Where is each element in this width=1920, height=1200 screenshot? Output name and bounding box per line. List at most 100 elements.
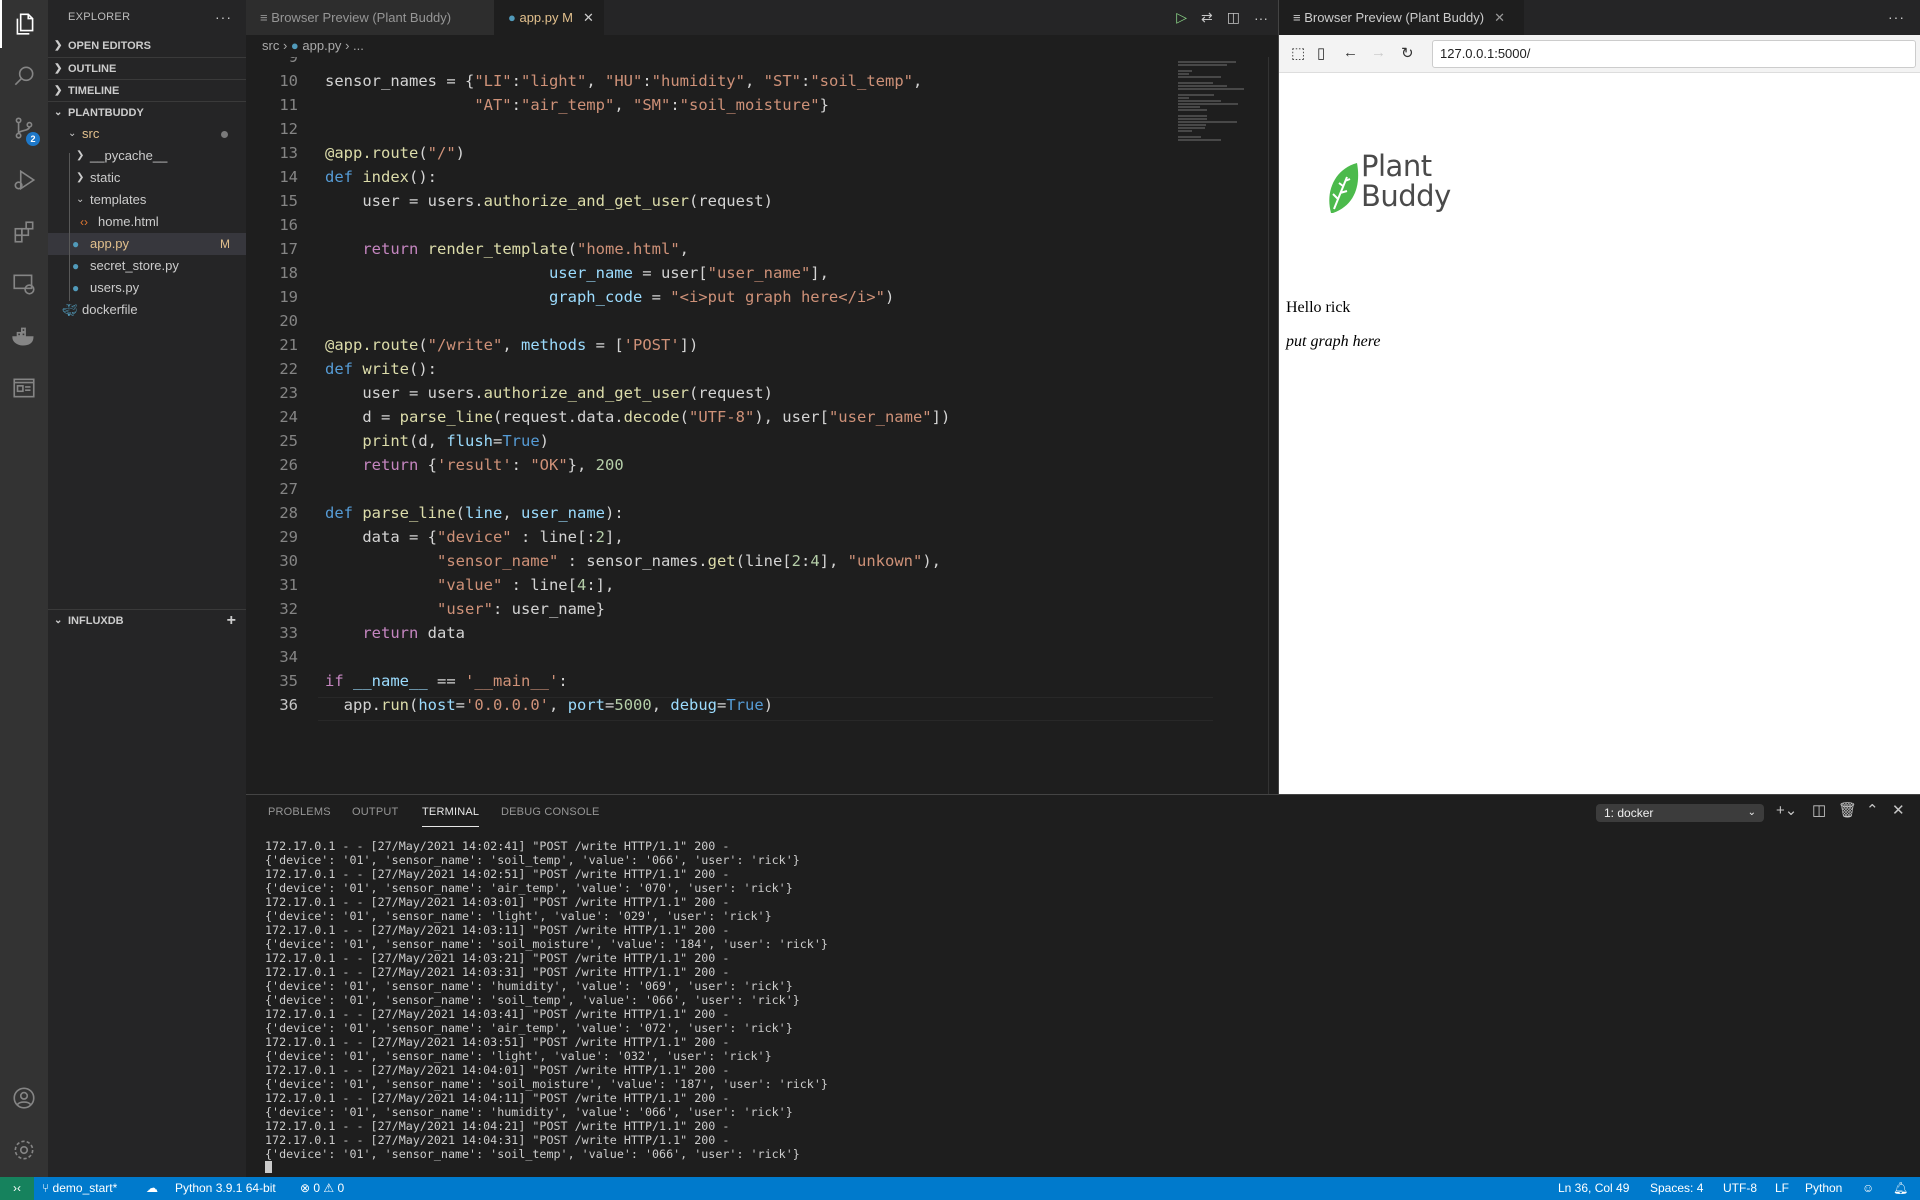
code-text: return render_template("home.html",	[362, 240, 689, 258]
tree-file-home-html[interactable]: ‹› home.html	[48, 211, 246, 233]
tab-debug-console[interactable]: DEBUG CONSOLE	[501, 795, 600, 830]
tree-folder-pycache[interactable]: ❯ __pycache__	[48, 145, 246, 167]
tree-folder-static[interactable]: ❯ static	[48, 167, 246, 189]
split-terminal-icon[interactable]: ◫	[1812, 801, 1826, 819]
remote-explorer-icon	[13, 274, 35, 295]
cursor-position[interactable]: Ln 36, Col 49	[1558, 1177, 1629, 1200]
end-of-line[interactable]: LF	[1775, 1177, 1789, 1200]
problems-indicator[interactable]: ⊗ 0 ⚠ 0	[300, 1177, 344, 1200]
line-number: 24	[279, 408, 298, 426]
docker-button[interactable]	[0, 312, 48, 360]
remote-explorer-button[interactable]	[0, 260, 48, 308]
code-text: user = users.authorize_and_get_user(requ…	[325, 384, 773, 402]
line-number: 34	[279, 648, 298, 666]
inspect-icon[interactable]: ⬚	[1291, 44, 1305, 62]
section-plantbuddy[interactable]: ⌄ PLANTBUDDY	[48, 101, 246, 123]
files-icon	[16, 13, 34, 35]
line-number: 10	[279, 72, 298, 90]
terminal-line: 172.17.0.1 - - [27/May/2021 14:04:21] "P…	[265, 1119, 730, 1133]
breadcrumb-symbol[interactable]: ...	[353, 38, 364, 53]
source-control-button[interactable]: 2	[0, 104, 48, 152]
code-line: 13 @app.route("/")	[246, 141, 1166, 165]
tab-browser-preview[interactable]: ≡ Browser Preview (Plant Buddy)	[246, 0, 494, 35]
device-icon[interactable]: ▯	[1317, 44, 1325, 62]
chevron-down-icon: ⌄	[1747, 807, 1756, 818]
warning-icon: ⚠	[323, 1181, 338, 1195]
code-line: 27	[246, 477, 1166, 501]
code-line: 21 @app.route("/write", methods = ['POST'…	[246, 333, 1166, 357]
line-number: 30	[279, 552, 298, 570]
url-input[interactable]: 127.0.0.1:5000/	[1432, 40, 1916, 68]
tree-folder-src[interactable]: ⌄ src	[48, 123, 246, 145]
accounts-button[interactable]	[0, 1074, 48, 1122]
close-panel-icon[interactable]: ✕	[1892, 801, 1905, 819]
code-text: print(d, flush=True)	[362, 432, 550, 450]
breadcrumb-src[interactable]: src	[262, 38, 279, 53]
tree-file-secret-store[interactable]: ● secret_store.py	[48, 255, 246, 277]
section-influxdb[interactable]: ⌄ INFLUXDB +	[48, 609, 246, 631]
line-number: 14	[279, 168, 298, 186]
branch-indicator[interactable]: ⑂ demo_start*	[42, 1177, 117, 1200]
new-terminal-icon[interactable]: +⌄	[1776, 801, 1797, 819]
tab-browser-preview-right[interactable]: ≡ Browser Preview (Plant Buddy) ✕	[1279, 0, 1524, 35]
split-editor-icon[interactable]: ◫	[1227, 9, 1240, 26]
explorer-button[interactable]	[0, 0, 48, 48]
feedback-icon[interactable]: ☺	[1862, 1177, 1874, 1200]
tab-output[interactable]: OUTPUT	[352, 795, 398, 830]
reload-icon[interactable]: ↻	[1401, 44, 1414, 62]
breadcrumb-file[interactable]: app.py	[302, 38, 341, 53]
compare-changes-icon[interactable]: ⇄	[1201, 9, 1213, 26]
tree-file-dockerfile[interactable]: 🐳︎ dockerfile	[48, 299, 246, 321]
encoding[interactable]: UTF-8	[1723, 1177, 1757, 1200]
code-text: user = users.authorize_and_get_user(requ…	[325, 192, 773, 210]
add-icon[interactable]: +	[227, 610, 236, 632]
close-icon[interactable]: ✕	[583, 10, 594, 25]
tab-problems[interactable]: PROBLEMS	[268, 795, 331, 830]
language-mode[interactable]: Python	[1805, 1177, 1842, 1200]
forward-icon: →	[1371, 44, 1386, 61]
more-actions-icon[interactable]: ···	[1254, 10, 1268, 26]
back-icon[interactable]: ←	[1343, 44, 1358, 61]
code-line: 26 return {'result': "OK"}, 200	[246, 453, 1166, 477]
line-number: 29	[279, 528, 298, 546]
python-interpreter[interactable]: Python 3.9.1 64-bit	[175, 1177, 276, 1200]
minimap-line	[1178, 82, 1214, 84]
code-line: 23 user = users.authorize_and_get_user(r…	[246, 381, 1166, 405]
remote-indicator[interactable]: ›‹	[0, 1177, 34, 1200]
tree-folder-templates[interactable]: ⌄ templates	[48, 189, 246, 211]
browser-preview-button[interactable]	[0, 364, 48, 412]
indentation[interactable]: Spaces: 4	[1650, 1177, 1703, 1200]
code-line: 22 def write():	[246, 357, 1166, 381]
manage-button[interactable]	[0, 1126, 48, 1174]
close-icon[interactable]: ✕	[1494, 10, 1505, 25]
section-open-editors[interactable]: ❯ OPEN EDITORS	[48, 35, 246, 57]
search-button[interactable]	[0, 52, 48, 100]
python-icon: ●	[508, 10, 520, 25]
section-timeline[interactable]: ❯ TIMELINE	[48, 79, 246, 101]
terminal-select[interactable]: 1: docker ⌄	[1596, 804, 1764, 822]
code-editor[interactable]: 9 10 sensor_names = {"LI":"light", "HU":"…	[246, 57, 1278, 794]
gear-icon	[14, 1140, 34, 1160]
tree-file-app-py[interactable]: ● app.py M	[48, 233, 246, 255]
minimap-line	[1178, 106, 1200, 108]
terminal-output[interactable]: 172.17.0.1 - - [27/May/2021 14:02:41] "P…	[265, 839, 828, 1176]
tab-terminal[interactable]: TERMINAL	[422, 797, 480, 827]
preview-icon: ≡	[1293, 10, 1305, 25]
editor-scrollbar[interactable]	[1268, 57, 1278, 794]
notifications-icon[interactable]: 🔔︎	[1893, 1177, 1908, 1200]
more-actions-icon[interactable]: ···	[1888, 0, 1905, 35]
more-actions-icon[interactable]: ···	[215, 0, 232, 35]
minimap[interactable]	[1174, 57, 1268, 794]
sync-icon[interactable]: ☁	[146, 1177, 158, 1200]
tree-file-users-py[interactable]: ● users.py	[48, 277, 246, 299]
modified-dot	[221, 131, 228, 138]
extensions-button[interactable]	[0, 208, 48, 256]
section-outline[interactable]: ❯ OUTLINE	[48, 57, 246, 79]
maximize-panel-icon[interactable]: ⌃	[1866, 801, 1879, 819]
tab-app-py[interactable]: ● app.py M ✕	[494, 0, 604, 35]
line-number: 13	[279, 144, 298, 162]
source-control-badge: 2	[26, 132, 40, 146]
run-icon[interactable]: ▷	[1176, 9, 1187, 26]
run-debug-button[interactable]	[0, 156, 48, 204]
trash-icon[interactable]: 🗑︎	[1838, 801, 1857, 819]
